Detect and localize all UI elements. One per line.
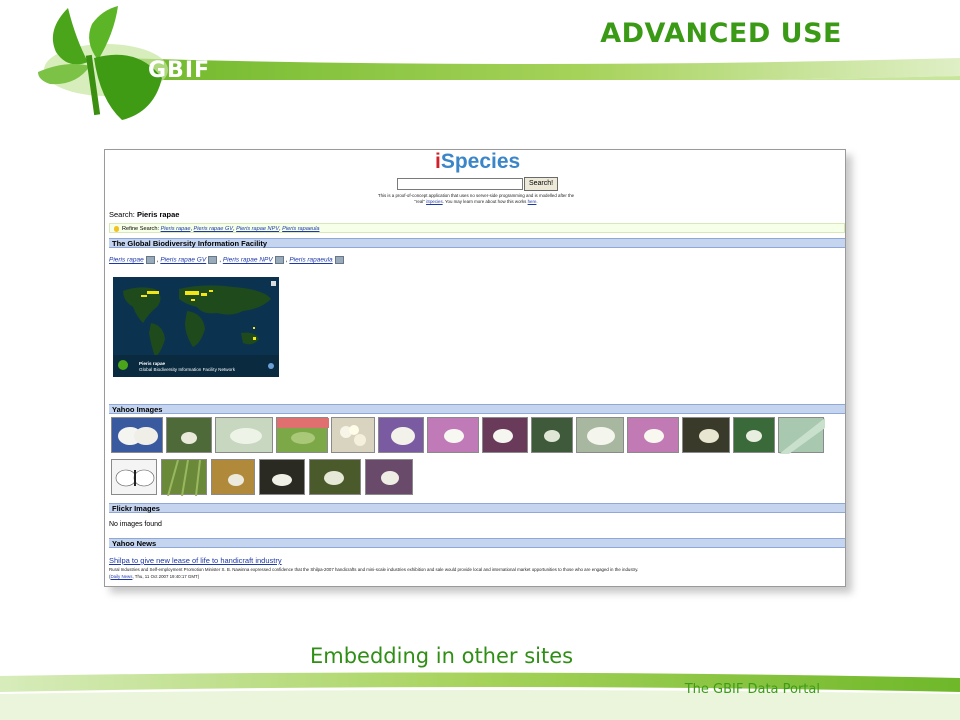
intro-line-1: This is a proof-of-concept application t… — [377, 193, 575, 198]
logo-species: Species — [440, 150, 521, 173]
ispecies-screenshot: iSpecies Search! This is a proof-of-conc… — [104, 149, 846, 587]
news-headline-link[interactable]: Shilpa to give new lease of life to hand… — [109, 556, 282, 565]
butterfly-thumbnail[interactable] — [682, 417, 730, 453]
butterfly-thumbnail[interactable] — [111, 459, 157, 495]
butterfly-thumbnail[interactable] — [259, 459, 305, 495]
distribution-map[interactable]: Pieris rapae Global Biodiversity Informa… — [113, 277, 279, 377]
map-caption-title: Pieris rapae — [139, 361, 166, 366]
butterfly-thumbnail[interactable] — [427, 417, 479, 453]
butterfly-thumbnail[interactable] — [309, 459, 361, 495]
butterfly-thumbnail[interactable] — [365, 459, 413, 495]
refine-link[interactable]: Pieris rapaeula — [282, 226, 319, 232]
section-gbif-header: The Global Biodiversity Information Faci… — [109, 238, 845, 248]
ispecies-logo[interactable]: iSpecies — [435, 150, 520, 174]
search-term: Pieris rapae — [136, 210, 180, 219]
refine-link[interactable]: Pieris rapae NPV — [236, 226, 279, 232]
footer-text: The GBIF Data Portal — [684, 682, 820, 697]
section-flickr-header: Flickr Images — [109, 503, 845, 513]
butterfly-thumbnail[interactable] — [211, 459, 255, 495]
grid-icon[interactable] — [145, 256, 155, 264]
butterfly-thumbnail[interactable] — [482, 417, 528, 453]
intro-line-2: . You may learn more about how this work… — [442, 199, 527, 204]
search-input[interactable] — [397, 178, 523, 190]
news-meta: (Daily News, Thu, 11 Oct 2007 19:40:17 G… — [109, 574, 200, 579]
butterfly-thumbnail[interactable] — [111, 417, 163, 453]
search-summary: Search: Pieris rapae — [109, 210, 179, 219]
intro-here-link[interactable]: here — [528, 199, 537, 204]
refine-link[interactable]: Pieris rapae GV — [194, 226, 233, 232]
intro-quote: "real" — [414, 199, 425, 204]
search-button[interactable]: Search! — [524, 177, 558, 191]
gbif-link[interactable]: Pieris rapae — [109, 257, 144, 264]
butterfly-thumbnail[interactable] — [331, 417, 375, 453]
slide-title: ADVANCED USE — [600, 18, 842, 49]
gbif-links: Pieris rapae, Pieris rapae GV, Pieris ra… — [109, 256, 346, 264]
butterfly-thumbnail[interactable] — [576, 417, 624, 453]
world-map-icon — [113, 277, 279, 377]
map-caption-network: Global Biodiversity Information Facility… — [139, 367, 235, 372]
gbif-link[interactable]: Pieris rapae GV — [160, 257, 206, 264]
section-yahoo-news-header: Yahoo News — [109, 538, 845, 548]
butterfly-thumbnail[interactable] — [378, 417, 424, 453]
news-summary: Rural Industries and Self-employment Pro… — [109, 567, 639, 572]
grid-icon[interactable] — [274, 256, 284, 264]
intro-ispecies-link[interactable]: iSpecies — [426, 199, 443, 204]
search-label: Search: — [109, 210, 135, 219]
refine-search-bar: Refine Search: Pieris rapae, Pieris rapa… — [109, 223, 845, 233]
butterfly-thumbnail[interactable] — [166, 417, 212, 453]
flickr-empty-text: No images found — [109, 521, 162, 528]
news-date: , Thu, 11 Oct 2007 19:40:17 GMT — [132, 574, 198, 579]
slide-caption: Embedding in other sites — [310, 644, 574, 668]
grid-icon[interactable] — [208, 256, 218, 264]
logo-text: GBIF — [148, 58, 211, 83]
gbif-link[interactable]: Pieris rapae NPV — [223, 257, 273, 264]
grid-icon[interactable] — [334, 256, 344, 264]
section-yahoo-images-header: Yahoo Images — [109, 404, 845, 414]
gbif-link[interactable]: Pieris rapaeula — [289, 257, 332, 264]
butterfly-thumbnail[interactable] — [276, 417, 329, 453]
butterfly-thumbnail[interactable] — [778, 417, 825, 454]
butterfly-thumbnail[interactable] — [531, 417, 573, 453]
refine-link[interactable]: Pieris rapae — [161, 226, 191, 232]
refine-label: Refine Search: — [122, 226, 160, 232]
intro-text: This is a proof-of-concept application t… — [377, 193, 575, 204]
news-source-link[interactable]: Daily News — [110, 574, 132, 579]
butterfly-thumbnail[interactable] — [627, 417, 679, 453]
butterfly-thumbnail[interactable] — [161, 459, 207, 497]
butterfly-thumbnail[interactable] — [215, 417, 273, 453]
lightbulb-icon — [114, 225, 119, 232]
butterfly-thumbnail[interactable] — [733, 417, 775, 453]
